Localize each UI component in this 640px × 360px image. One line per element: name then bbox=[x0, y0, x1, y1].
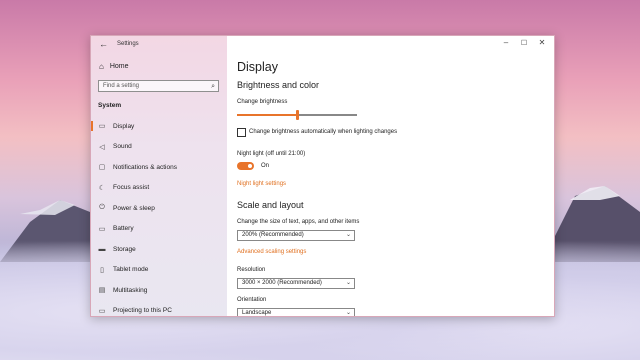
display-icon: ▭ bbox=[98, 123, 106, 131]
sidebar-nav: ▭ Display ◁ Sound ▢ Notifications & acti… bbox=[91, 116, 227, 317]
sidebar-item-label: Focus assist bbox=[113, 184, 150, 192]
night-light-label: Night light (off until 21:00) bbox=[237, 151, 306, 157]
brightness-slider[interactable] bbox=[237, 110, 357, 120]
scale-size-value: 200% (Recommended) bbox=[242, 232, 304, 238]
auto-brightness-checkbox[interactable] bbox=[237, 128, 246, 137]
toggle-knob bbox=[248, 164, 252, 168]
orientation-label: Orientation bbox=[237, 297, 267, 303]
sidebar-item-storage[interactable]: ▬ Storage bbox=[91, 239, 227, 260]
home-icon: ⌂ bbox=[99, 62, 104, 71]
tablet-icon: ▯ bbox=[100, 266, 104, 274]
sidebar-item-tablet-mode[interactable]: ▯ Tablet mode bbox=[91, 260, 227, 281]
sidebar-item-label: Power & sleep bbox=[113, 204, 155, 212]
sidebar-item-label: Projecting to this PC bbox=[113, 307, 172, 315]
sidebar-item-label: Multitasking bbox=[113, 286, 148, 294]
main-content: – ☐ ✕ Display Brightness and color Chang… bbox=[227, 36, 554, 316]
sidebar-item-label: Storage bbox=[113, 245, 136, 253]
focus-assist-icon: ☾ bbox=[98, 184, 106, 192]
orientation-dropdown[interactable]: Landscape ⌄ bbox=[237, 308, 355, 316]
scale-heading: Scale and layout bbox=[237, 200, 304, 210]
brightness-slider-fill bbox=[237, 114, 297, 116]
sidebar: ← Settings ⌂ Home Find a setting ⌕ Syste… bbox=[91, 36, 227, 316]
section-label: System bbox=[98, 102, 122, 109]
sidebar-item-focus-assist[interactable]: ☾ Focus assist bbox=[91, 178, 227, 199]
night-light-toggle[interactable] bbox=[237, 162, 254, 170]
night-light-state: On bbox=[261, 163, 270, 169]
power-icon: ⏻ bbox=[99, 204, 105, 212]
back-arrow-icon[interactable]: ← bbox=[99, 39, 108, 49]
search-placeholder: Find a setting bbox=[103, 83, 140, 89]
window-title: Settings bbox=[117, 41, 139, 47]
sidebar-item-display[interactable]: ▭ Display bbox=[91, 116, 227, 137]
advanced-scaling-link[interactable]: Advanced scaling settings bbox=[237, 249, 306, 255]
scale-size-label: Change the size of text, apps, and other… bbox=[237, 219, 360, 225]
sidebar-item-power[interactable]: ⏻ Power & sleep bbox=[91, 198, 227, 219]
page-title: Display bbox=[237, 60, 278, 74]
sidebar-item-label: Battery bbox=[113, 225, 134, 233]
sound-icon: ◁ bbox=[99, 143, 105, 151]
notifications-icon: ▢ bbox=[98, 164, 106, 172]
sidebar-item-label: Notifications & actions bbox=[113, 163, 177, 171]
battery-icon: ▭ bbox=[98, 225, 106, 233]
projecting-icon: ▭ bbox=[98, 307, 106, 315]
close-icon[interactable]: ✕ bbox=[535, 38, 549, 47]
home-label: Home bbox=[109, 63, 129, 70]
storage-icon: ▬ bbox=[98, 245, 106, 253]
chevron-down-icon: ⌄ bbox=[345, 310, 351, 316]
resolution-label: Resolution bbox=[237, 267, 266, 273]
resolution-dropdown[interactable]: 3000 × 2000 (Recommended) ⌄ bbox=[237, 278, 355, 289]
chevron-down-icon: ⌄ bbox=[345, 280, 351, 286]
resolution-value: 3000 × 2000 (Recommended) bbox=[242, 280, 322, 286]
minimize-icon[interactable]: – bbox=[499, 38, 513, 47]
multitasking-icon: ▤ bbox=[98, 287, 106, 295]
sidebar-item-label: Display bbox=[113, 122, 135, 130]
sidebar-item-sound[interactable]: ◁ Sound bbox=[91, 137, 227, 158]
sidebar-item-label: Sound bbox=[113, 143, 132, 151]
sidebar-item-projecting[interactable]: ▭ Projecting to this PC bbox=[91, 301, 227, 317]
sidebar-item-battery[interactable]: ▭ Battery bbox=[91, 219, 227, 240]
sidebar-item-notifications[interactable]: ▢ Notifications & actions bbox=[91, 157, 227, 178]
brightness-heading: Brightness and color bbox=[237, 80, 320, 90]
search-icon[interactable]: ⌕ bbox=[211, 81, 215, 92]
orientation-value: Landscape bbox=[242, 310, 272, 316]
night-light-settings-link[interactable]: Night light settings bbox=[237, 181, 286, 187]
sidebar-home[interactable]: ⌂ Home bbox=[99, 62, 129, 71]
brightness-slider-thumb[interactable] bbox=[296, 110, 299, 120]
settings-window: ← Settings ⌂ Home Find a setting ⌕ Syste… bbox=[90, 35, 555, 317]
sidebar-item-multitasking[interactable]: ▤ Multitasking bbox=[91, 280, 227, 301]
chevron-down-icon: ⌄ bbox=[345, 232, 351, 238]
auto-brightness-label: Change brightness automatically when lig… bbox=[249, 129, 398, 135]
brightness-label: Change brightness bbox=[237, 99, 288, 105]
maximize-icon[interactable]: ☐ bbox=[517, 39, 531, 47]
scale-size-dropdown[interactable]: 200% (Recommended) ⌄ bbox=[237, 230, 355, 241]
sidebar-item-label: Tablet mode bbox=[113, 266, 149, 274]
search-input[interactable]: Find a setting ⌕ bbox=[98, 80, 219, 92]
